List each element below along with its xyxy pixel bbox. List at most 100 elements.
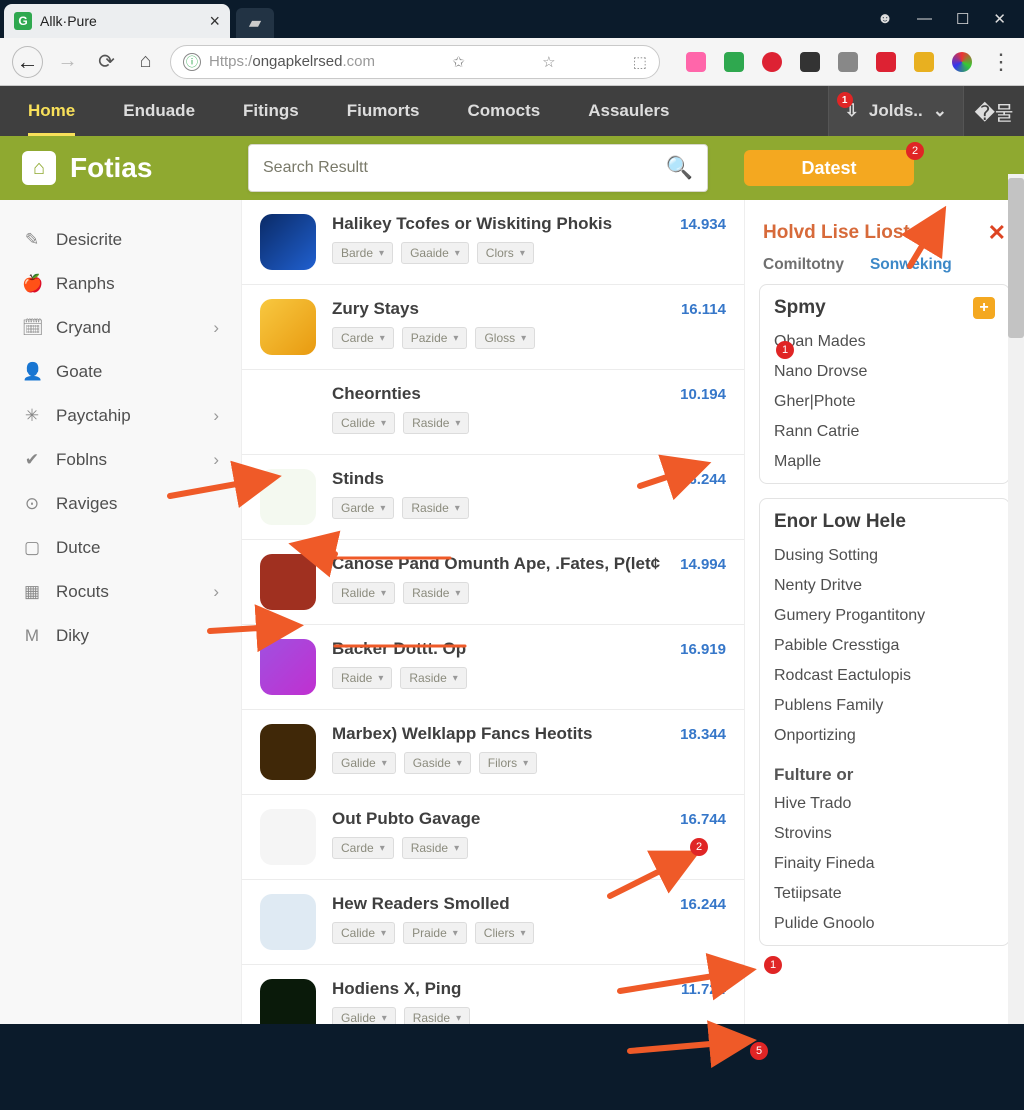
ext-icon[interactable] — [876, 52, 896, 72]
kebab-menu-icon[interactable]: ⋮ — [990, 49, 1012, 75]
reader-icon[interactable]: ⬚ — [633, 53, 647, 71]
sidebar-item[interactable]: 🗓Cryand› — [0, 306, 241, 350]
tag-dropdown[interactable]: Galide▾ — [332, 752, 396, 774]
sidebar-item[interactable]: ✳Payctahip› — [0, 394, 241, 438]
downloads-button[interactable]: ⇩ Jolds.. ⌄ 1 — [828, 86, 964, 136]
tag-dropdown[interactable]: Carde▾ — [332, 837, 394, 859]
new-tab-button[interactable]: ▰ — [236, 8, 274, 38]
sidebar-item[interactable]: 👤Goate — [0, 350, 241, 394]
list-item[interactable]: Hive Trado — [774, 789, 995, 819]
tag-dropdown[interactable]: Cliers▾ — [475, 922, 535, 944]
close-panel-icon[interactable]: ✕ — [988, 220, 1006, 246]
tag-dropdown[interactable]: Raside▾ — [400, 667, 466, 689]
app-row[interactable]: Halikey Tcofes or Wiskiting PhokisBarde▾… — [242, 200, 744, 285]
list-item[interactable]: Finaity Fineda — [774, 849, 995, 879]
sidebar-item[interactable]: ▦Rocuts› — [0, 570, 241, 614]
tag-dropdown[interactable]: Raside▾ — [402, 497, 468, 519]
nav-item[interactable]: Fiumorts — [347, 86, 420, 136]
app-row[interactable]: Backer Dottt. OpRaide▾Raside▾ 16.919 — [242, 625, 744, 710]
list-item[interactable]: Oban Mades — [774, 327, 995, 357]
app-row[interactable]: Hodiens X, PingGalide▾Raside▾ 11.724 — [242, 965, 744, 1024]
close-window-icon[interactable]: ✕ — [993, 10, 1006, 28]
app-row[interactable]: Hew Readers SmolledCalide▾Praide▾Cliers▾… — [242, 880, 744, 965]
ext-icon[interactable] — [724, 52, 744, 72]
app-row[interactable]: Canose Pand Omunth Ape, .Fates, P(let¢Ra… — [242, 540, 744, 625]
tag-dropdown[interactable]: Carde▾ — [332, 327, 394, 349]
list-item[interactable]: Publens Family — [774, 691, 995, 721]
qr-scan-button[interactable]: �물 — [964, 97, 1024, 126]
tag-dropdown[interactable]: Pazide▾ — [402, 327, 468, 349]
list-item[interactable]: Nano Drovse — [774, 357, 995, 387]
tag-dropdown[interactable]: Filors▾ — [479, 752, 537, 774]
tag-dropdown[interactable]: Clors▾ — [477, 242, 534, 264]
tag-dropdown[interactable]: Gaside▾ — [404, 752, 471, 774]
tag-dropdown[interactable]: Garde▾ — [332, 497, 394, 519]
list-item[interactable]: Nenty Dritve — [774, 571, 995, 601]
bookmark-star-icon[interactable]: ✩ — [452, 53, 465, 71]
list-item[interactable]: Gumery Progantitony — [774, 601, 995, 631]
hero-home-icon[interactable]: ⌂ — [22, 151, 56, 185]
scrollbar-thumb[interactable] — [1008, 178, 1024, 338]
sidebar-item[interactable]: ▢Dutce — [0, 526, 241, 570]
minimize-icon[interactable]: ― — [917, 10, 932, 28]
ext-icon[interactable] — [800, 52, 820, 72]
app-row[interactable]: Marbex) Welklapp Fancs HeotitsGalide▾Gas… — [242, 710, 744, 795]
tag-dropdown[interactable]: Praide▾ — [403, 922, 467, 944]
browser-tab[interactable]: G Allk·Pure × — [4, 4, 230, 38]
nav-item[interactable]: Comocts — [467, 86, 540, 136]
list-item[interactable]: Maplle — [774, 447, 995, 477]
list-item[interactable]: Gher|Phote — [774, 387, 995, 417]
nav-item[interactable]: Fitings — [243, 86, 299, 136]
feedback-icon[interactable]: ☻ — [877, 10, 893, 28]
sidebar-item[interactable]: ✎Desicrite — [0, 218, 241, 262]
tag-dropdown[interactable]: Raside▾ — [404, 1007, 470, 1024]
list-item[interactable]: Tetiipsate — [774, 879, 995, 909]
ext-icon[interactable] — [686, 52, 706, 72]
back-button[interactable]: ← — [12, 46, 43, 78]
nav-item[interactable]: Enduade — [123, 86, 195, 136]
address-bar[interactable]: ⓘ Https:/ongapkelrsed.com ✩ ☆ ⬚ — [170, 45, 660, 79]
tag-dropdown[interactable]: Calide▾ — [332, 412, 395, 434]
tag-dropdown[interactable]: Barde▾ — [332, 242, 393, 264]
maximize-icon[interactable]: ☐ — [956, 10, 969, 28]
home-button[interactable]: ⌂ — [131, 47, 160, 77]
search-icon[interactable]: 🔍 — [666, 155, 693, 181]
tag-dropdown[interactable]: Calide▾ — [332, 922, 395, 944]
nav-item[interactable]: Assaulers — [588, 86, 669, 136]
app-row[interactable]: Zury StaysCarde▾Pazide▾Gloss▾ 16.114 — [242, 285, 744, 370]
reload-button[interactable]: ⟳ — [92, 47, 121, 77]
tag-dropdown[interactable]: Gaaide▾ — [401, 242, 469, 264]
tag-dropdown[interactable]: Gloss▾ — [475, 327, 535, 349]
app-row[interactable]: Out Pubto GavageCarde▾Raside▾ 16.744 — [242, 795, 744, 880]
sidebar-item[interactable]: ⊙Raviges — [0, 482, 241, 526]
ext-icon[interactable] — [762, 52, 782, 72]
sidebar-item[interactable]: 🍎Ranphs — [0, 262, 241, 306]
scrollbar[interactable] — [1008, 174, 1024, 1024]
app-row[interactable]: StindsGarde▾Raside▾ 16.244 — [242, 455, 744, 540]
tag-dropdown[interactable]: Ralide▾ — [332, 582, 395, 604]
rightcol-tab[interactable]: Sonweking — [870, 256, 952, 274]
tag-dropdown[interactable]: Raside▾ — [402, 837, 468, 859]
list-item[interactable]: Rodcast Eactulopis — [774, 661, 995, 691]
sidebar-item[interactable]: ✔Foblns› — [0, 438, 241, 482]
sidebar-item[interactable]: MDiky — [0, 614, 241, 658]
search-input[interactable]: Search Resultt 🔍 — [248, 144, 708, 192]
add-button[interactable]: + — [973, 297, 995, 319]
close-tab-icon[interactable]: × — [209, 11, 220, 32]
tag-dropdown[interactable]: Raide▾ — [332, 667, 392, 689]
list-item[interactable]: Dusing Sotting — [774, 541, 995, 571]
list-item[interactable]: Strovins — [774, 819, 995, 849]
rightcol-tab[interactable]: Comiltotny — [763, 256, 844, 274]
latest-button[interactable]: Datest — [744, 150, 914, 186]
tag-dropdown[interactable]: Raside▾ — [403, 582, 469, 604]
ext-icon[interactable] — [914, 52, 934, 72]
list-item[interactable]: Pabible Cresstiga — [774, 631, 995, 661]
bookmark-star2-icon[interactable]: ☆ — [542, 53, 555, 71]
list-item[interactable]: Rann Catrie — [774, 417, 995, 447]
nav-home[interactable]: Home — [28, 86, 75, 136]
tag-dropdown[interactable]: Galide▾ — [332, 1007, 396, 1024]
tag-dropdown[interactable]: Raside▾ — [403, 412, 469, 434]
ext-icon[interactable] — [838, 52, 858, 72]
list-item[interactable]: Pulide Gnoolo — [774, 909, 995, 939]
ext-avatar-icon[interactable] — [952, 52, 972, 72]
